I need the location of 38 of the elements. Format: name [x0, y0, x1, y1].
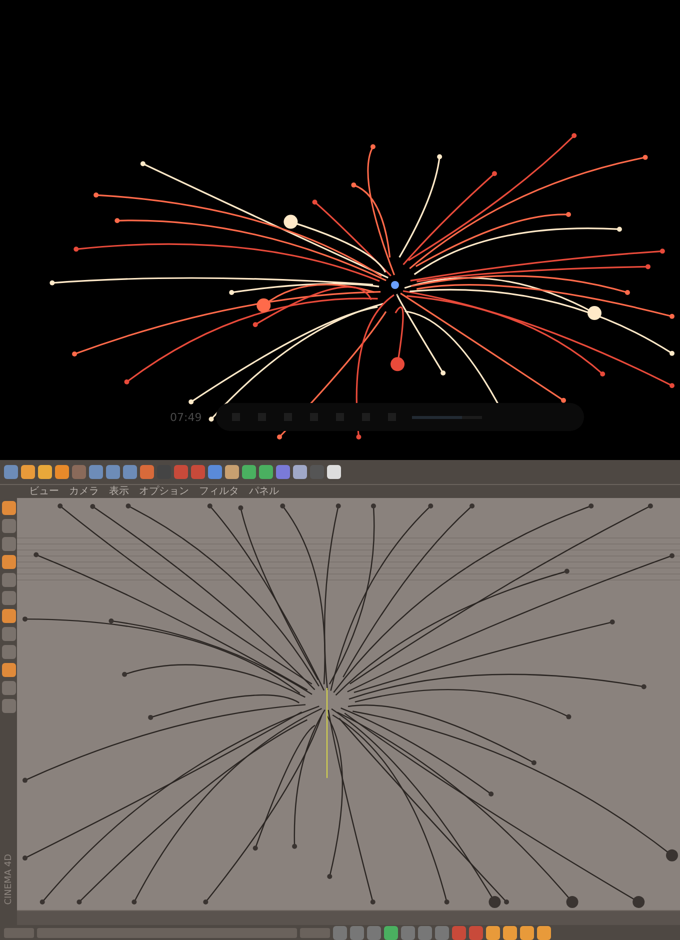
tool-icon[interactable]: [38, 465, 52, 479]
glow-point: [391, 281, 399, 289]
tool-icon[interactable]: [242, 465, 256, 479]
volume-slider[interactable]: [412, 416, 482, 418]
tool-icon[interactable]: [2, 663, 16, 677]
tool-icon[interactable]: [225, 465, 239, 479]
playback-icon[interactable]: [469, 926, 483, 940]
frame-field[interactable]: [4, 928, 34, 938]
playback-icon[interactable]: [452, 926, 466, 940]
playback-icon[interactable]: [350, 926, 364, 940]
menu-item[interactable]: カメラ: [69, 486, 99, 498]
frame-field[interactable]: [300, 928, 330, 938]
tool-icon[interactable]: [327, 465, 341, 479]
playback-icon[interactable]: [384, 926, 398, 940]
range-field[interactable]: [37, 928, 297, 938]
tool-icon[interactable]: [2, 555, 16, 569]
tool-icon[interactable]: [2, 609, 16, 623]
menu-item[interactable]: フィルタ: [199, 486, 239, 498]
tool-icon[interactable]: [293, 465, 307, 479]
menu-item[interactable]: オプション: [139, 486, 189, 498]
playback-icon[interactable]: [503, 926, 517, 940]
playback-icon[interactable]: [333, 926, 347, 940]
playback-icon[interactable]: [367, 926, 381, 940]
playback-icon[interactable]: [401, 926, 415, 940]
playback-icon[interactable]: [435, 926, 449, 940]
logo-text: CINEMA 4D: [2, 854, 14, 905]
playback-icon[interactable]: [537, 926, 551, 940]
playback-icon[interactable]: [486, 926, 500, 940]
menu-item[interactable]: ビュー: [29, 486, 59, 498]
playback-time: 07:49: [170, 410, 202, 424]
menu-item[interactable]: パネル: [249, 486, 279, 498]
tool-icon[interactable]: [2, 501, 16, 515]
tool-icon[interactable]: [259, 465, 273, 479]
tool-icon[interactable]: [55, 465, 69, 479]
playback-icon[interactable]: [520, 926, 534, 940]
menu-item[interactable]: 表示: [109, 486, 129, 498]
tool-icon[interactable]: [21, 465, 35, 479]
playback-icon[interactable]: [418, 926, 432, 940]
